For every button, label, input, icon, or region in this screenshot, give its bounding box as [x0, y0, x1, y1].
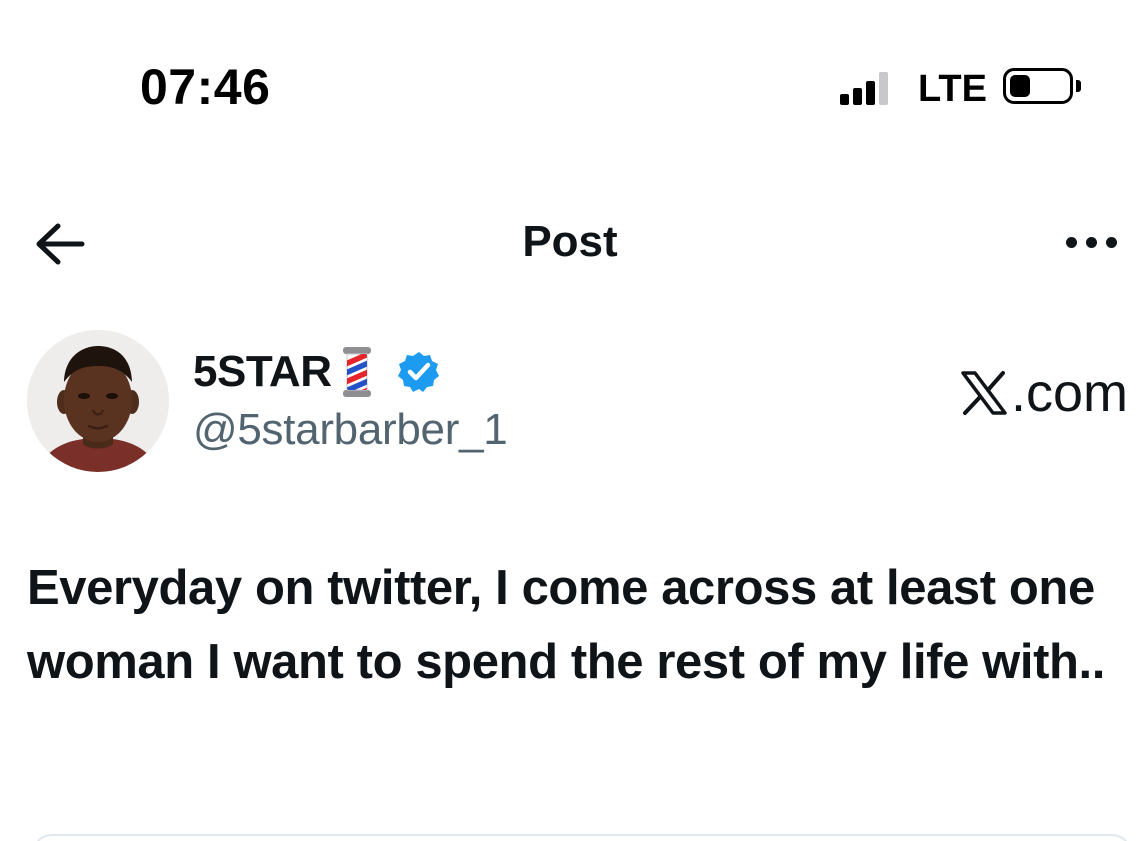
phone-screen: 07:46 LTE Post 5STAR @5starbarber_1 .com…	[0, 0, 1140, 841]
barber-pole-emoji	[343, 347, 372, 397]
x-com-watermark: .com	[959, 362, 1128, 424]
verified-badge-icon[interactable]	[397, 350, 441, 394]
more-horizontal-icon	[1066, 237, 1077, 248]
embedded-card-edge[interactable]	[32, 834, 1132, 841]
cellular-signal-icon	[840, 71, 900, 105]
avatar-portrait	[27, 330, 169, 472]
battery-icon	[1003, 68, 1073, 104]
user-handle[interactable]: @5starbarber_1	[193, 405, 508, 455]
battery-cap	[1076, 80, 1081, 92]
x-logo-icon	[961, 371, 1007, 415]
more-options-button[interactable]	[1064, 228, 1126, 258]
network-type-label: LTE	[918, 68, 987, 110]
page-title: Post	[522, 217, 618, 266]
display-name[interactable]: 5STAR	[193, 347, 332, 397]
author-name-row[interactable]: 5STAR	[193, 343, 441, 401]
watermark-text: .com	[1010, 363, 1128, 423]
post-text: Everyday on twitter, I come across at le…	[27, 561, 1105, 689]
avatar[interactable]	[27, 330, 169, 472]
status-time: 07:46	[140, 59, 271, 115]
